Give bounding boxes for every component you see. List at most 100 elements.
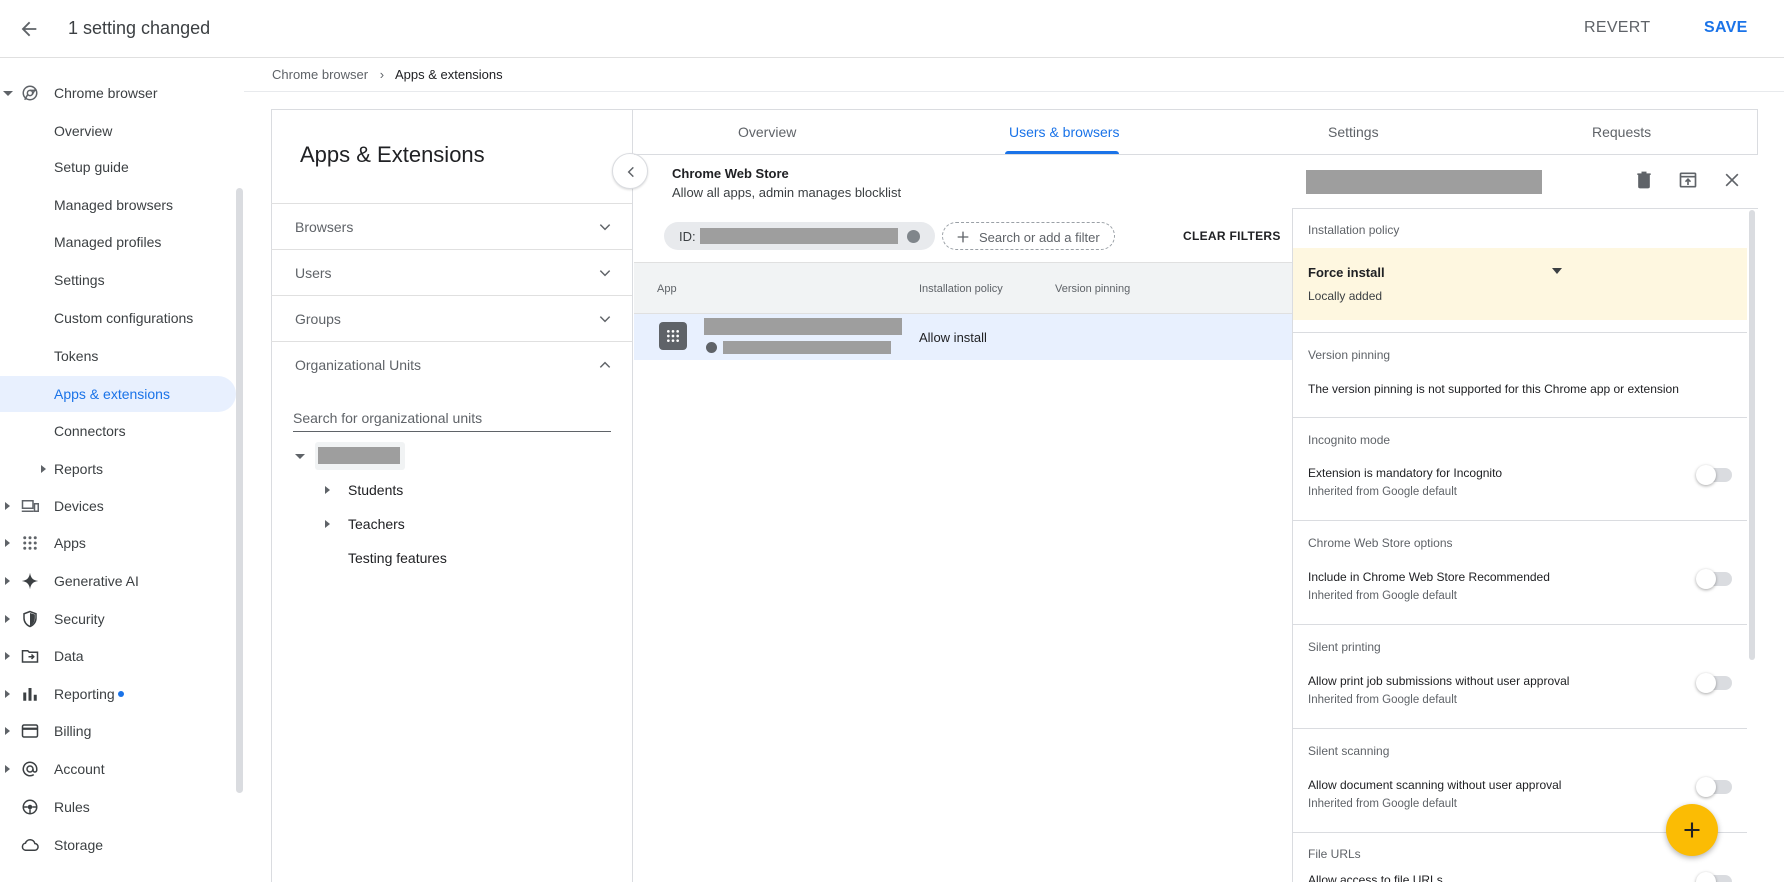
devices-icon	[21, 497, 39, 515]
sidebar-item-managed-profiles[interactable]: Managed profiles	[0, 224, 236, 260]
accordion-label: Groups	[295, 311, 341, 327]
column-header-installation-policy[interactable]: Installation policy	[919, 283, 1003, 295]
expand-arrow-icon[interactable]	[5, 615, 10, 623]
expand-arrow-icon[interactable]	[5, 577, 10, 585]
tab-overview[interactable]: Overview	[738, 124, 796, 140]
sidebar-item-reports[interactable]: Reports	[0, 451, 236, 487]
sparkle-icon	[21, 572, 39, 590]
sidebar-item-settings[interactable]: Settings	[0, 262, 236, 298]
dropdown-arrow-icon	[1552, 268, 1562, 274]
inherited-note: Inherited from Google default	[1308, 798, 1457, 810]
breadcrumb: Chrome browser › Apps & extensions	[272, 67, 503, 82]
ou-node-testing-features[interactable]: Testing features	[348, 550, 447, 566]
sidebar-item-connectors[interactable]: Connectors	[0, 413, 236, 449]
open-in-new-icon[interactable]	[1678, 170, 1698, 190]
page-title: 1 setting changed	[68, 18, 211, 38]
expand-arrow-icon[interactable]	[5, 765, 10, 773]
silent-scanning-toggle[interactable]	[1696, 777, 1732, 797]
save-button[interactable]: SAVE	[1704, 19, 1748, 37]
sidebar-item-billing[interactable]: Billing	[0, 713, 236, 749]
back-arrow-icon[interactable]	[18, 18, 40, 40]
column-header-version-pinning[interactable]: Version pinning	[1055, 283, 1130, 295]
accordion-groups[interactable]: Groups	[271, 295, 632, 341]
expand-arrow-icon[interactable]	[3, 91, 13, 96]
panel-scrollbar[interactable]	[1749, 210, 1755, 660]
tab-users-browsers[interactable]: Users & browsers	[1009, 124, 1119, 140]
sidebar-item-label: Security	[54, 611, 105, 627]
file-urls-toggle[interactable]	[1696, 872, 1732, 882]
expand-arrow-icon[interactable]	[41, 465, 46, 473]
ou-node-teachers[interactable]: Teachers	[348, 516, 405, 532]
add-fab-button[interactable]	[1666, 804, 1718, 856]
setting-label: Allow print job submissions without user…	[1308, 674, 1570, 688]
app-icon	[659, 322, 687, 350]
ou-node-students[interactable]: Students	[348, 482, 403, 498]
close-icon[interactable]	[1722, 170, 1742, 190]
sidebar-item-chrome-browser[interactable]: Chrome browser	[0, 75, 236, 111]
incognito-section: Incognito mode Extension is mandatory fo…	[1293, 418, 1747, 521]
sidebar-item-custom-configurations[interactable]: Custom configurations	[0, 300, 236, 336]
expand-arrow-icon[interactable]	[325, 520, 330, 528]
silent-printing-section: Silent printing Allow print job submissi…	[1293, 625, 1747, 729]
redacted-block	[704, 318, 902, 335]
sidebar-item-devices[interactable]: Devices	[0, 488, 236, 524]
pane-heading: Apps & Extensions	[300, 142, 485, 167]
expand-arrow-icon[interactable]	[5, 652, 10, 660]
sidebar-scrollbar[interactable]	[236, 188, 243, 793]
sidebar-item-setup-guide[interactable]: Setup guide	[0, 149, 236, 185]
silent-printing-toggle[interactable]	[1696, 673, 1732, 693]
sidebar-item-label: Managed browsers	[54, 197, 174, 213]
sidebar-item-generative-ai[interactable]: Generative AI	[0, 563, 236, 599]
tab-bar: Overview Users & browsers Settings Reque…	[634, 109, 1758, 155]
sidebar-item-rules[interactable]: Rules	[0, 789, 236, 825]
sidebar: Chrome browser Overview Setup guide Mana…	[0, 58, 242, 882]
sidebar-item-tokens[interactable]: Tokens	[0, 338, 236, 374]
expand-arrow-icon[interactable]	[325, 486, 330, 494]
breadcrumb-parent[interactable]: Chrome browser	[272, 67, 368, 82]
expand-arrow-icon[interactable]	[5, 727, 10, 735]
column-header-app[interactable]: App	[657, 283, 677, 295]
revert-button[interactable]: REVERT	[1584, 19, 1650, 37]
clear-filters-button[interactable]: CLEAR FILTERS	[1183, 229, 1281, 243]
chevron-down-icon	[598, 312, 612, 326]
expand-arrow-icon[interactable]	[5, 690, 10, 698]
delete-icon[interactable]	[1634, 170, 1654, 190]
cloud-icon	[21, 836, 39, 854]
sidebar-item-label: Reporting	[54, 686, 115, 702]
accordion-org-units[interactable]: Organizational Units	[271, 341, 632, 387]
selected-value: Force install	[1308, 265, 1385, 280]
sidebar-item-label: Tokens	[54, 348, 99, 364]
notification-dot	[118, 691, 124, 697]
sidebar-item-reporting[interactable]: Reporting	[0, 676, 236, 712]
sidebar-item-account[interactable]: Account	[0, 751, 236, 787]
sidebar-item-managed-browsers[interactable]: Managed browsers	[0, 187, 236, 223]
accordion-label: Organizational Units	[295, 357, 422, 373]
expand-arrow-icon[interactable]	[295, 454, 305, 459]
id-filter-chip[interactable]: ID:	[664, 222, 935, 250]
expand-arrow-icon[interactable]	[5, 539, 10, 547]
accordion-users[interactable]: Users	[271, 249, 632, 295]
sidebar-item-overview[interactable]: Overview	[0, 113, 236, 149]
credit-card-icon	[21, 722, 39, 740]
clear-chip-icon[interactable]	[907, 230, 920, 243]
sidebar-item-label: Connectors	[54, 423, 126, 439]
incognito-toggle[interactable]	[1696, 465, 1732, 485]
sidebar-item-storage[interactable]: Storage	[0, 827, 236, 863]
section-title: Chrome Web Store options	[1308, 536, 1453, 550]
accordion-browsers[interactable]: Browsers	[271, 203, 632, 249]
sidebar-item-data[interactable]: Data	[0, 638, 236, 674]
inherited-note: Inherited from Google default	[1308, 694, 1457, 706]
tab-requests[interactable]: Requests	[1592, 124, 1651, 140]
tab-settings[interactable]: Settings	[1328, 124, 1379, 140]
sidebar-item-apps-extensions[interactable]: Apps & extensions	[0, 376, 236, 412]
installation-policy-select[interactable]: Force install Locally added	[1293, 248, 1747, 320]
section-title: Version pinning	[1308, 348, 1391, 362]
sidebar-item-apps[interactable]: Apps	[0, 525, 236, 561]
chevron-up-icon	[598, 358, 612, 372]
add-filter-input[interactable]: Search or add a filter	[942, 222, 1115, 250]
expand-arrow-icon[interactable]	[5, 502, 10, 510]
ou-search-input[interactable]: Search for organizational units	[293, 404, 611, 432]
collapse-pane-button[interactable]	[612, 153, 648, 189]
sidebar-item-security[interactable]: Security	[0, 601, 236, 637]
recommended-toggle[interactable]	[1696, 569, 1732, 589]
